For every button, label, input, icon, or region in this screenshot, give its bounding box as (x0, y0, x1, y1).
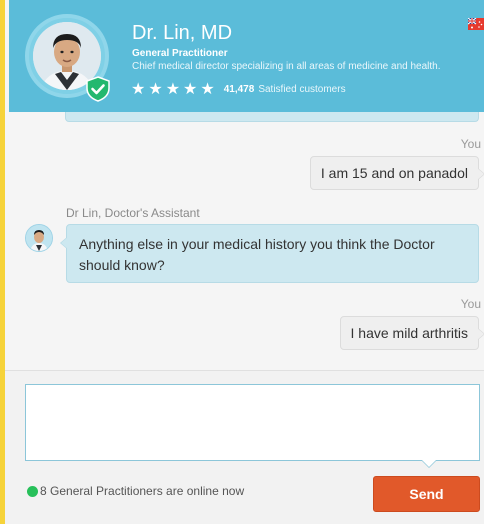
online-dot-icon (27, 485, 38, 497)
australia-flag-icon (467, 17, 484, 30)
rating-count: 41,478 (223, 83, 255, 95)
message-input[interactable] (25, 384, 480, 461)
user-message-bubble: I am 15 and on panadol (309, 156, 486, 190)
previous-assistant-bubble (65, 112, 479, 122)
doctor-avatar-ring (25, 14, 110, 102)
rating-label: Satisfied customers (258, 83, 346, 95)
assistant-message-bubble: Anything else in your medical history yo… (60, 224, 479, 283)
verified-shield-check-icon (85, 76, 111, 102)
doctor-specialty: General Practitioner (132, 48, 228, 59)
conversation-area[interactable]: You I am 15 and on panadol Dr Lin, Docto… (5, 112, 489, 370)
online-status: 8 General Practitioners are online now (27, 484, 244, 498)
doctor-description: Chief medical director specializing in a… (132, 61, 441, 72)
send-button[interactable]: Send (373, 476, 480, 512)
message-sender: You (460, 137, 481, 151)
user-message-bubble: I have mild arthritis (339, 316, 486, 350)
window-right-edge (484, 0, 489, 524)
chat-widget: Dr. Lin, MD General Practitioner Chief m… (5, 0, 489, 524)
input-tail-inner (422, 460, 436, 467)
message-sender: You (460, 297, 481, 311)
assistant-sender-name: Dr Lin, Doctor's Assistant (66, 206, 200, 220)
message-composer: 8 General Practitioners are online now S… (5, 370, 489, 524)
rating-row: ★★★★★ 41,478 Satisfied customers (131, 80, 346, 98)
star-rating-icon: ★★★★★ (131, 81, 218, 98)
doctor-name: Dr. Lin, MD (132, 22, 233, 44)
assistant-avatar-icon (25, 224, 53, 252)
online-status-text: 8 General Practitioners are online now (40, 484, 245, 498)
doctor-header: Dr. Lin, MD General Practitioner Chief m… (9, 0, 484, 112)
